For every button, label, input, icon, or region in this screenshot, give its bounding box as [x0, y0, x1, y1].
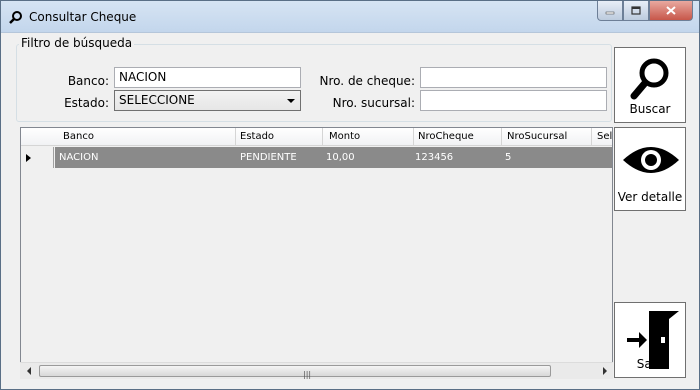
grip-icon: ||| — [303, 370, 312, 379]
window-controls — [597, 1, 693, 23]
chevron-down-icon — [287, 99, 295, 103]
search-filter-group: Filtro de búsqueda Banco: NACION Estado:… — [16, 36, 612, 122]
nro-cheque-field[interactable] — [420, 67, 607, 88]
close-icon — [666, 6, 676, 15]
row-indicator-icon — [26, 154, 31, 162]
client-area: Filtro de búsqueda Banco: NACION Estado:… — [5, 34, 695, 386]
column-header-estado[interactable]: Estado — [240, 131, 274, 145]
table-row[interactable]: NACION PENDIENTE 10,00 123456 5 — [21, 147, 612, 168]
maximize-button[interactable] — [623, 1, 649, 21]
buscar-button[interactable]: Buscar — [614, 47, 686, 123]
buscar-label: Buscar — [629, 102, 671, 116]
banco-label: Banco: — [67, 74, 109, 88]
cell-nrocheque: 123456 — [415, 152, 454, 163]
estado-select[interactable]: SELECCIONE — [114, 90, 301, 111]
column-header-sele[interactable]: Sele — [597, 131, 612, 145]
filter-legend: Filtro de búsqueda — [19, 36, 135, 50]
close-button[interactable] — [649, 1, 693, 21]
eye-icon — [623, 147, 679, 173]
ver-detalle-label: Ver detalle — [617, 190, 683, 204]
column-header-nrosucursal[interactable]: NroSucursal — [507, 131, 567, 145]
ver-detalle-button[interactable]: Ver detalle — [614, 127, 686, 211]
cell-estado: PENDIENTE — [240, 152, 297, 163]
maximize-icon — [631, 6, 641, 15]
cheques-grid[interactable]: Banco Estado Monto NroCheque NroSucursal… — [20, 127, 613, 379]
row-header[interactable] — [21, 147, 54, 168]
nro-sucursal-field[interactable] — [420, 90, 607, 111]
salir-label: Salir — [636, 357, 664, 371]
column-header-banco[interactable]: Banco — [63, 131, 94, 145]
nro-sucursal-label: Nro. sucursal: — [332, 96, 415, 110]
cell-nrosucursal: 5 — [505, 152, 512, 163]
scroll-right-icon[interactable] — [601, 366, 609, 376]
cell-banco: NACION — [59, 152, 99, 163]
nro-cheque-label: Nro. de cheque: — [319, 74, 415, 88]
horizontal-scrollbar[interactable]: ||| — [20, 362, 613, 379]
grid-header: Banco Estado Monto NroCheque NroSucursal… — [21, 128, 612, 146]
estado-select-value: SELECCIONE — [119, 93, 195, 107]
minimize-button[interactable] — [597, 1, 623, 21]
title-bar: Consultar Cheque — [1, 1, 699, 33]
banco-field[interactable]: NACION — [114, 67, 301, 88]
scrollbar-thumb[interactable]: ||| — [39, 365, 551, 379]
consultar-cheque-window: Consultar Cheque Filtro de búsqueda Banc… — [0, 0, 700, 390]
search-icon — [9, 9, 25, 25]
window-title: Consultar Cheque — [29, 10, 137, 24]
scroll-left-icon[interactable] — [25, 366, 33, 376]
estado-label: Estado: — [64, 96, 109, 110]
minimize-icon — [605, 11, 615, 14]
column-header-nrocheque[interactable]: NroCheque — [418, 131, 474, 145]
salir-button[interactable]: Salir — [614, 302, 686, 378]
search-icon — [630, 58, 669, 100]
cell-monto: 10,00 — [326, 152, 355, 163]
column-header-monto[interactable]: Monto — [329, 131, 360, 145]
